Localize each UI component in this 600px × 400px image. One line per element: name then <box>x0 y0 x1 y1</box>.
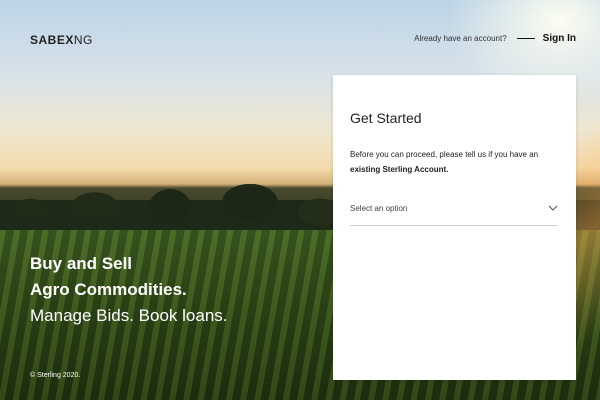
logo-light-text: NG <box>73 33 93 47</box>
card-description-text: Before you can proceed, please tell us i… <box>350 150 539 159</box>
card-description: Before you can proceed, please tell us i… <box>350 147 562 177</box>
account-option-select[interactable]: Select an option <box>350 200 558 226</box>
select-placeholder: Select an option <box>350 204 408 213</box>
hero-line-1: Buy and Sell <box>30 254 133 273</box>
chevron-down-icon <box>548 205 558 211</box>
divider-dash <box>516 38 535 39</box>
sign-in-link[interactable]: Sign In <box>543 33 576 44</box>
copyright-text: © Sterling 2020. <box>30 372 81 379</box>
account-prompt: Already have an account? <box>414 34 507 43</box>
card-description-bold: existing Sterling Account. <box>350 165 449 174</box>
brand-logo[interactable]: SABEXNG <box>30 33 93 47</box>
get-started-card: Get Started Before you can proceed, plea… <box>333 75 576 380</box>
signin-area: Already have an account? Sign In <box>414 33 576 44</box>
hero-text: Buy and Sell Agro Commodities. Manage Bi… <box>30 251 228 329</box>
logo-bold-text: SABEX <box>30 33 74 47</box>
card-title: Get Started <box>350 110 422 126</box>
hero-line-2: Agro Commodities. <box>30 280 187 299</box>
hero-line-3: Manage Bids. Book loans. <box>30 306 228 325</box>
